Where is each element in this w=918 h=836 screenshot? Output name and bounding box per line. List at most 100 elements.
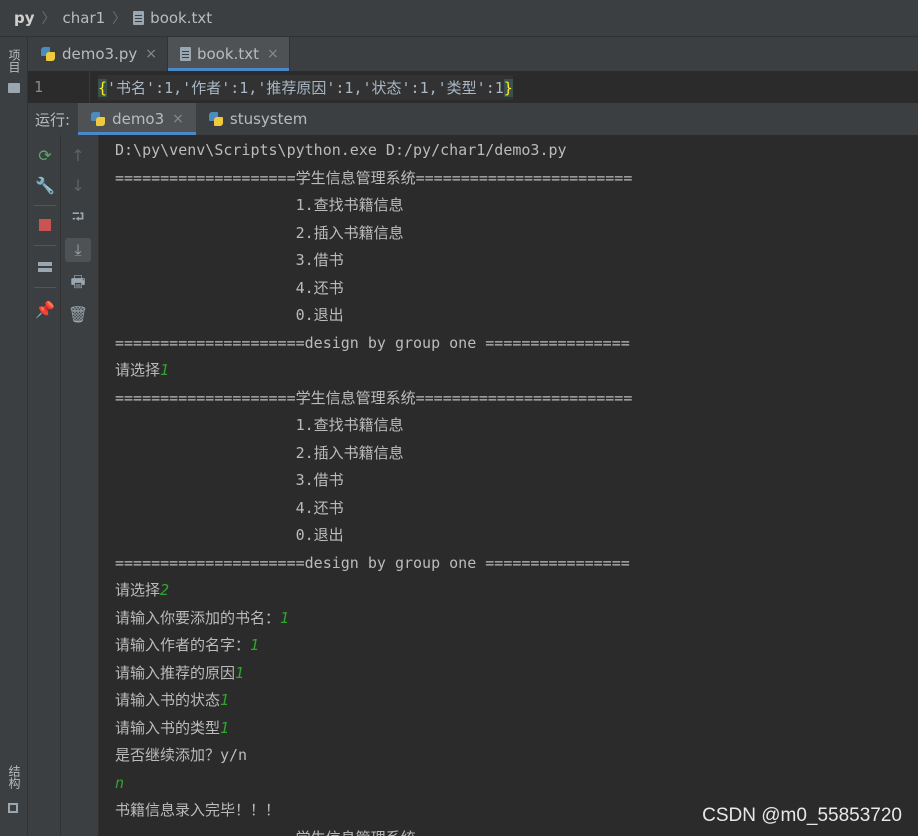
console-text: 4.还书 xyxy=(115,498,344,517)
tab-demo3-py[interactable]: demo3.py × xyxy=(28,37,168,71)
console-line: 请选择1 xyxy=(115,357,169,384)
run-tab-label: stusystem xyxy=(229,110,308,128)
console-line: 1.查找书籍信息 xyxy=(115,192,404,219)
left-tool-stripe: 项目 结构 xyxy=(0,37,28,836)
console-text: 2.插入书籍信息 xyxy=(115,443,404,462)
python-file-icon xyxy=(40,46,56,62)
tab-label: book.txt xyxy=(196,45,259,63)
console-user-input: 1 xyxy=(220,718,230,737)
scroll-to-end-icon[interactable]: ⤓ xyxy=(65,238,91,262)
console-text: ====================学生信息管理系统============… xyxy=(115,168,633,187)
console-text: 4.还书 xyxy=(115,278,344,297)
console-line: 0.退出 xyxy=(115,522,344,549)
rerun-icon[interactable]: ⟳ xyxy=(32,143,58,167)
toolbar-divider xyxy=(34,287,56,288)
breadcrumb-file[interactable]: book.txt xyxy=(133,9,212,27)
down-arrow-icon[interactable]: ↓ xyxy=(65,173,91,197)
run-tab-demo3[interactable]: demo3 × xyxy=(78,103,196,135)
trash-icon[interactable]: 🗑 xyxy=(65,302,91,326)
line-number: 1 xyxy=(28,71,90,103)
structure-icon xyxy=(8,803,18,813)
run-label: 运行: xyxy=(35,110,71,129)
console-text: 请输入你要添加的书名： xyxy=(115,608,281,627)
console-line: 是否继续添加？y/n xyxy=(115,742,247,769)
close-icon[interactable]: × xyxy=(172,111,184,127)
console-output[interactable]: D:\py\venv\Scripts\python.exe D:/py/char… xyxy=(99,135,918,836)
code-text: '书名':1,'作者':1,'推荐原因':1,'状态':1,'类型':1 xyxy=(107,78,504,97)
console-line: 请输入推荐的原因1 xyxy=(115,660,244,687)
breadcrumb-project[interactable]: py xyxy=(14,9,35,27)
console-line: 2.插入书籍信息 xyxy=(115,220,404,247)
toolbar-divider xyxy=(34,205,56,206)
console-line: 1.查找书籍信息 xyxy=(115,412,404,439)
console-line: 0.退出 xyxy=(115,302,344,329)
tab-book-txt[interactable]: book.txt × xyxy=(167,37,290,71)
structure-tool-window-button[interactable]: 结构 xyxy=(6,765,23,789)
console-line: ====================学生信息管理系统============… xyxy=(115,385,632,412)
close-icon[interactable]: × xyxy=(267,46,279,62)
run-tab-stusystem[interactable]: stusystem xyxy=(196,103,319,135)
console-line: 书籍信息录入完毕！！！ xyxy=(115,797,280,824)
editor-tab-bar: demo3.py × book.txt × xyxy=(28,37,918,71)
project-tool-window-button[interactable]: 项目 xyxy=(6,49,23,73)
breadcrumb-folder[interactable]: char1 xyxy=(63,9,106,27)
run-tool-window-header: 运行: demo3 × stusystem xyxy=(28,103,918,136)
run-toolbar-primary: ⟳ 🔧 📌 xyxy=(28,135,61,836)
console-line: 3.借书 xyxy=(115,247,344,274)
console-line: 4.还书 xyxy=(115,275,344,302)
console-text: 2.插入书籍信息 xyxy=(115,223,404,242)
console-line: 请输入作者的名字：1 xyxy=(115,632,259,659)
console-text: 请输入书的类型 xyxy=(115,718,221,737)
print-icon[interactable]: 🖶 xyxy=(65,272,91,296)
run-tab-label: demo3 xyxy=(112,110,165,128)
console-text: D:\py\venv\Scripts\python.exe D:/py/char… xyxy=(115,141,567,159)
python-icon xyxy=(208,111,224,127)
close-icon[interactable]: × xyxy=(145,46,157,62)
console-user-input: 2 xyxy=(160,581,170,599)
wrench-icon[interactable]: 🔧 xyxy=(32,173,58,197)
console-user-input: 1 xyxy=(250,636,260,654)
text-file-icon xyxy=(133,11,145,25)
up-arrow-icon[interactable]: ↑ xyxy=(65,143,91,167)
console-line: 3.借书 xyxy=(115,467,344,494)
console-line: 请输入你要添加的书名：1 xyxy=(115,605,289,632)
console-line: =====================design by group one… xyxy=(115,330,630,357)
breadcrumb-file-label: book.txt xyxy=(150,9,213,27)
console-user-input: 1 xyxy=(280,608,290,627)
console-user-input: 1 xyxy=(220,691,230,709)
console-line: n xyxy=(115,770,124,797)
soft-wrap-icon[interactable]: ⮒ xyxy=(65,207,91,231)
layout-icon[interactable] xyxy=(32,255,58,279)
chevron-right-icon: 〉 xyxy=(112,11,127,27)
text-file-icon xyxy=(179,47,191,61)
console-text: 1.查找书籍信息 xyxy=(115,196,404,214)
console-text: 请输入书的状态 xyxy=(115,691,221,709)
console-text: 是否继续添加？y/n xyxy=(115,746,248,764)
console-text: 3.借书 xyxy=(115,251,344,269)
console-line: D:\py\venv\Scripts\python.exe D:/py/char… xyxy=(115,137,567,164)
console-line: 2.插入书籍信息 xyxy=(115,440,404,467)
console-text: =====================design by group one… xyxy=(115,553,630,572)
folder-icon xyxy=(8,83,20,93)
toolbar-divider xyxy=(34,245,56,246)
console-text: ====================学生信息管理系统============… xyxy=(115,388,633,407)
console-text: 0.退出 xyxy=(115,526,344,544)
console-line: 请选择2 xyxy=(115,577,169,604)
pin-icon[interactable]: 📌 xyxy=(32,297,58,321)
navigation-bar: py 〉 char1 〉 book.txt xyxy=(0,0,918,37)
code-line[interactable]: {'书名':1,'作者':1,'推荐原因':1,'状态':1,'类型':1} xyxy=(98,74,513,100)
console-user-input: 1 xyxy=(160,361,170,379)
console-user-input: 1 xyxy=(235,663,245,682)
console-text: 请输入作者的名字： xyxy=(115,636,251,654)
text-editor[interactable]: 1 {'书名':1,'作者':1,'推荐原因':1,'状态':1,'类型':1} xyxy=(28,71,918,104)
chevron-right-icon: 〉 xyxy=(41,11,56,27)
stop-icon[interactable] xyxy=(32,213,58,237)
brace-close: } xyxy=(503,78,513,97)
console-text: 请输入推荐的原因 xyxy=(115,663,236,682)
console-text: 3.借书 xyxy=(115,471,344,489)
brace-open: { xyxy=(98,78,108,97)
console-line: 4.还书 xyxy=(115,495,344,522)
console-text: 请选择 xyxy=(115,581,161,599)
console-line: ====================学生信息管理系统============… xyxy=(115,825,632,836)
console-text: 书籍信息录入完毕！！！ xyxy=(115,801,281,819)
